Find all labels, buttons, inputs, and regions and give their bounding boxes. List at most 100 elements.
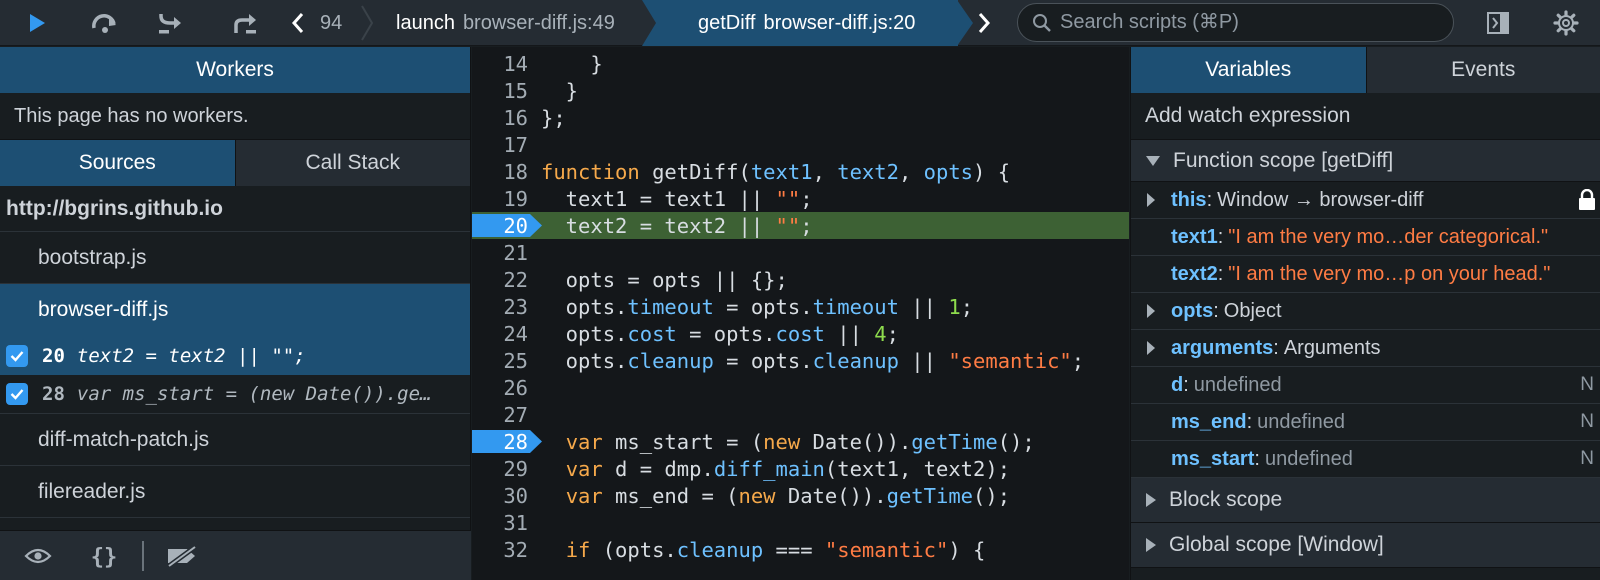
breakpoint-line-number: 20 bbox=[42, 344, 65, 367]
variable-tag: N bbox=[1580, 374, 1594, 395]
variable-row-this[interactable]: this: Window → browser-diff bbox=[1131, 182, 1600, 219]
search-icon bbox=[1033, 13, 1051, 32]
search-scripts[interactable] bbox=[1017, 3, 1454, 42]
variable-row-d[interactable]: d: undefined N bbox=[1131, 367, 1600, 404]
resume-button[interactable] bbox=[14, 0, 60, 46]
line-code: var ms_start = (new Date()).getTime(); bbox=[565, 429, 1035, 454]
block-scope-label: Block scope bbox=[1169, 488, 1283, 511]
variable-colon: : bbox=[1254, 447, 1260, 470]
tab-events[interactable]: Events bbox=[1365, 47, 1600, 93]
code-line: 30 var ms_end = (new Date()).getTime(); bbox=[472, 482, 1129, 509]
breadcrumb-scroll-left[interactable] bbox=[286, 0, 310, 46]
breadcrumb-scroll-right[interactable] bbox=[972, 0, 996, 46]
variable-row-text2[interactable]: text2: "I am the very mo…p on your head." bbox=[1131, 256, 1600, 293]
line-number[interactable]: 20 bbox=[472, 214, 530, 238]
step-over-button[interactable] bbox=[82, 0, 128, 46]
variable-name: ms_start bbox=[1171, 447, 1255, 470]
expand-arrow-icon[interactable] bbox=[1131, 340, 1171, 356]
tab-variables[interactable]: Variables bbox=[1131, 47, 1366, 93]
line-number[interactable]: 19 bbox=[472, 187, 530, 211]
step-in-button[interactable] bbox=[148, 0, 194, 46]
line-number[interactable]: 17 bbox=[472, 133, 530, 157]
variable-name: arguments bbox=[1171, 336, 1274, 359]
breakpoint-checkbox[interactable] bbox=[6, 344, 28, 367]
chevron-right-icon bbox=[978, 13, 991, 33]
toggle-panes-button[interactable] bbox=[1478, 0, 1518, 46]
triangle-down-icon bbox=[1146, 155, 1160, 166]
line-number[interactable]: 26 bbox=[472, 376, 530, 400]
source-file-filereader[interactable]: filereader.js bbox=[0, 466, 470, 518]
line-code: opts.cleanup = opts.cleanup || "semantic… bbox=[541, 348, 1085, 373]
breakpoint-item[interactable]: 28 var ms_start = (new Date()).ge… bbox=[0, 375, 470, 414]
code-line: 14 } bbox=[472, 50, 1129, 77]
variable-value: "I am the very mo…der categorical." bbox=[1228, 225, 1549, 248]
line-code: } bbox=[541, 51, 603, 76]
expand-arrow-icon[interactable] bbox=[1131, 192, 1171, 208]
settings-button[interactable] bbox=[1546, 0, 1586, 46]
breadcrumb-frame-launch[interactable]: launch browser-diff.js:49 bbox=[396, 0, 615, 46]
variable-row-arguments[interactable]: arguments: Arguments bbox=[1131, 330, 1600, 367]
lock-icon bbox=[1579, 189, 1595, 210]
line-number[interactable]: 30 bbox=[472, 484, 530, 508]
breakpoint-checkbox[interactable] bbox=[6, 383, 28, 405]
line-number[interactable]: 25 bbox=[472, 349, 530, 373]
variable-row-opts[interactable]: opts: Object bbox=[1131, 293, 1600, 330]
block-scope-header[interactable]: Block scope bbox=[1131, 478, 1600, 523]
black-box-button[interactable] bbox=[18, 531, 58, 580]
step-out-button[interactable] bbox=[220, 0, 270, 46]
code-line: 32 if (opts.cleanup === "semantic") { bbox=[472, 536, 1129, 563]
source-file-bootstrap[interactable]: bootstrap.js bbox=[0, 232, 470, 284]
add-watch-expression[interactable]: Add watch expression bbox=[1131, 93, 1600, 140]
line-code: }; bbox=[541, 105, 566, 130]
variable-name: this bbox=[1171, 188, 1207, 211]
line-number[interactable]: 22 bbox=[472, 268, 530, 292]
variable-tag: N bbox=[1580, 411, 1594, 432]
tab-sources[interactable]: Sources bbox=[0, 140, 235, 186]
code-line: 19 text1 = text1 || ""; bbox=[472, 185, 1129, 212]
line-number[interactable]: 23 bbox=[472, 295, 530, 319]
line-number[interactable]: 14 bbox=[472, 52, 530, 76]
line-number[interactable]: 16 bbox=[472, 106, 530, 130]
source-host[interactable]: http://bgrins.github.io bbox=[0, 186, 470, 232]
variable-name: text2 bbox=[1171, 262, 1218, 285]
tab-call-stack[interactable]: Call Stack bbox=[234, 140, 470, 186]
source-file-browser-diff[interactable]: browser-diff.js bbox=[0, 284, 470, 336]
source-file-diff-match-patch[interactable]: diff-match-patch.js bbox=[0, 414, 470, 466]
pretty-print-button[interactable]: {} bbox=[84, 531, 124, 580]
checkmark-icon bbox=[10, 350, 24, 362]
variable-name: ms_end bbox=[1171, 410, 1247, 433]
global-scope-header[interactable]: Global scope [Window] bbox=[1131, 523, 1600, 568]
line-number[interactable]: 21 bbox=[472, 241, 530, 265]
toggle-breakpoints-button[interactable] bbox=[160, 531, 204, 580]
line-number[interactable]: 32 bbox=[472, 538, 530, 562]
line-code: if (opts.cleanup === "semantic") { bbox=[565, 537, 986, 562]
function-scope-header[interactable]: Function scope [getDiff] bbox=[1131, 140, 1600, 182]
breakpoint-item[interactable]: 20 text2 = text2 || ""; bbox=[0, 336, 470, 375]
breadcrumb-frame-getdiff[interactable]: getDiff browser-diff.js:20 bbox=[698, 0, 915, 46]
search-input[interactable] bbox=[1060, 11, 1440, 34]
variable-colon: : bbox=[1217, 225, 1224, 248]
variable-colon: : bbox=[1246, 410, 1253, 433]
chevron-left-icon bbox=[291, 13, 304, 33]
line-number[interactable]: 18 bbox=[472, 160, 530, 184]
line-number[interactable]: 29 bbox=[472, 457, 530, 481]
variable-colon: : bbox=[1217, 262, 1224, 285]
code-line: 26 bbox=[472, 374, 1129, 401]
line-number[interactable]: 24 bbox=[472, 322, 530, 346]
line-number[interactable]: 15 bbox=[472, 79, 530, 103]
line-number[interactable]: 31 bbox=[472, 511, 530, 535]
variable-name: text1 bbox=[1171, 225, 1218, 248]
breadcrumb-overflow[interactable]: 94 bbox=[320, 0, 342, 46]
breadcrumb-separator-icon bbox=[642, 0, 660, 46]
workers-header[interactable]: Workers bbox=[0, 47, 470, 93]
code-editor[interactable]: 14 } 15 } 16}; 17 18 function getDiff(text1, … bbox=[472, 47, 1129, 580]
line-number[interactable]: 28 bbox=[472, 430, 530, 454]
variable-row-ms-start[interactable]: ms_start: undefined N bbox=[1131, 441, 1600, 478]
code-line: 27 bbox=[472, 401, 1129, 428]
debugger-toolbar: 94 launch browser-diff.js:49 getDiff bro… bbox=[0, 0, 1600, 46]
variable-row-text1[interactable]: text1: "I am the very mo…der categorical.… bbox=[1131, 219, 1600, 256]
variable-row-ms-end[interactable]: ms_end: undefined N bbox=[1131, 404, 1600, 441]
expand-arrow-icon[interactable] bbox=[1131, 303, 1171, 319]
line-number[interactable]: 27 bbox=[472, 403, 530, 427]
left-tabs: Sources Call Stack bbox=[0, 140, 470, 186]
